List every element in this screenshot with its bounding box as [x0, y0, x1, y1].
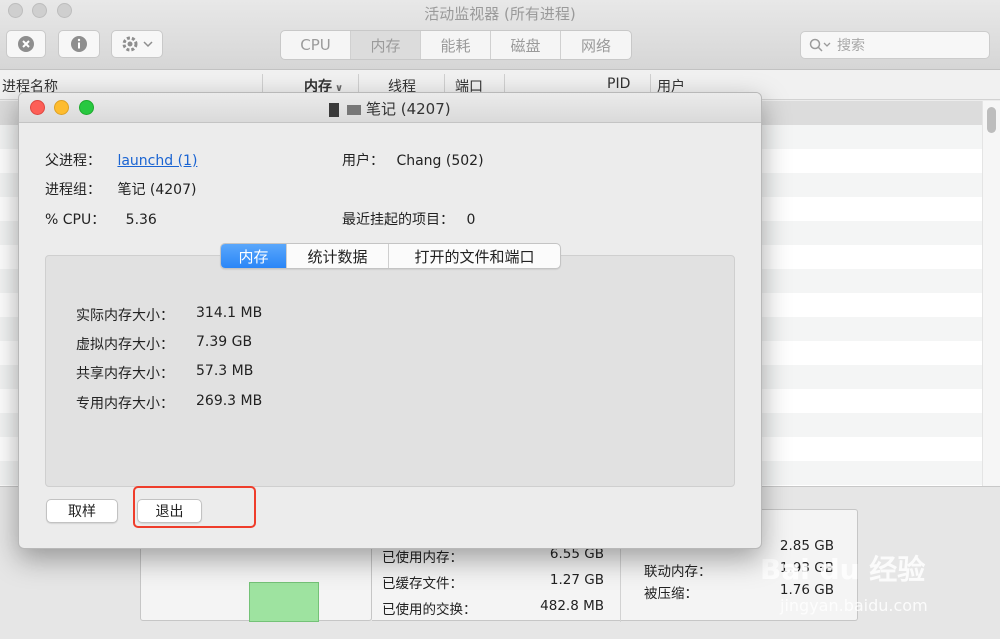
real-memory-row: 实际内存大小： 314.1 MB: [76, 305, 263, 324]
scrollbar-thumb[interactable]: [987, 107, 996, 133]
inspect-process-button[interactable]: [58, 30, 100, 58]
process-info-dialog: 笔记 (4207) 父进程： launchd (1) 进程组： 笔记 (4207…: [18, 92, 762, 549]
sample-button[interactable]: 取样: [46, 499, 118, 523]
chevron-down-icon: [143, 41, 153, 48]
user-field: 用户： Chang (502): [342, 153, 484, 169]
user-value: Chang (502): [396, 153, 484, 169]
gear-icon: [122, 36, 138, 52]
search-input[interactable]: 搜索: [800, 31, 990, 59]
virtual-memory-row: 虚拟内存大小： 7.39 GB: [76, 334, 253, 353]
shared-memory-row: 共享内存大小： 57.3 MB: [76, 363, 254, 382]
watermark-url: jingyan.baidu.com: [780, 596, 928, 615]
dialog-titlebar: 笔记 (4207): [19, 93, 761, 123]
cpu-field: % CPU： 5.36: [45, 212, 157, 228]
dialog-tab-memory[interactable]: 内存: [221, 244, 287, 268]
parent-process-field: 父进程： launchd (1): [45, 153, 198, 169]
swap-used-row: 已使用的交换： 482.8 MB: [382, 598, 604, 618]
tab-energy[interactable]: 能耗: [421, 31, 491, 59]
suspended-field: 最近挂起的项目： 0: [342, 212, 476, 228]
parent-process-link[interactable]: launchd (1): [117, 153, 197, 169]
memory-pressure-fill: [249, 582, 319, 622]
window-title: 活动监视器 (所有进程): [424, 5, 576, 23]
info-icon: [71, 36, 87, 52]
process-group-field: 进程组： 笔记 (4207): [45, 182, 197, 198]
process-group-value: 笔记 (4207): [117, 182, 197, 198]
redacted-text: [347, 104, 362, 115]
table-scrollbar[interactable]: [982, 101, 1000, 486]
watermark-brand: Bai du 经验: [760, 553, 926, 586]
used-memory-row: 已使用内存： 6.55 GB: [382, 546, 604, 566]
suspended-value: 0: [466, 212, 476, 228]
stop-process-button[interactable]: [6, 30, 46, 58]
quit-highlight-annotation: [133, 486, 256, 528]
cached-files-row: 已缓存文件： 1.27 GB: [382, 572, 604, 592]
main-titlebar: 活动监视器 (所有进程) CPU 内存 能耗 磁盘 网络 搜索: [0, 0, 1000, 70]
search-placeholder: 搜索: [837, 38, 865, 54]
stop-process-icon: [18, 36, 34, 52]
tab-cpu[interactable]: CPU: [281, 31, 351, 59]
dialog-tabs: 内存 统计数据 打开的文件和端口: [220, 243, 561, 269]
gear-menu-button[interactable]: [111, 30, 163, 58]
column-pid[interactable]: PID: [607, 76, 630, 92]
dialog-title: 笔记 (4207): [19, 98, 761, 119]
cpu-value: 5.36: [125, 212, 157, 228]
redacted-text: [329, 102, 340, 117]
dialog-tab-statistics[interactable]: 统计数据: [287, 244, 389, 268]
tab-memory[interactable]: 内存: [351, 31, 421, 59]
search-icon: [809, 38, 831, 52]
tab-disk[interactable]: 磁盘: [491, 31, 561, 59]
baidu-watermark: Bai du 经验 jingyan.baidu.com: [760, 548, 960, 628]
private-memory-row: 专用内存大小： 269.3 MB: [76, 393, 263, 412]
view-tabs: CPU 内存 能耗 磁盘 网络: [280, 30, 632, 60]
dialog-tab-open-files[interactable]: 打开的文件和端口: [389, 244, 560, 268]
tab-network[interactable]: 网络: [561, 31, 631, 59]
